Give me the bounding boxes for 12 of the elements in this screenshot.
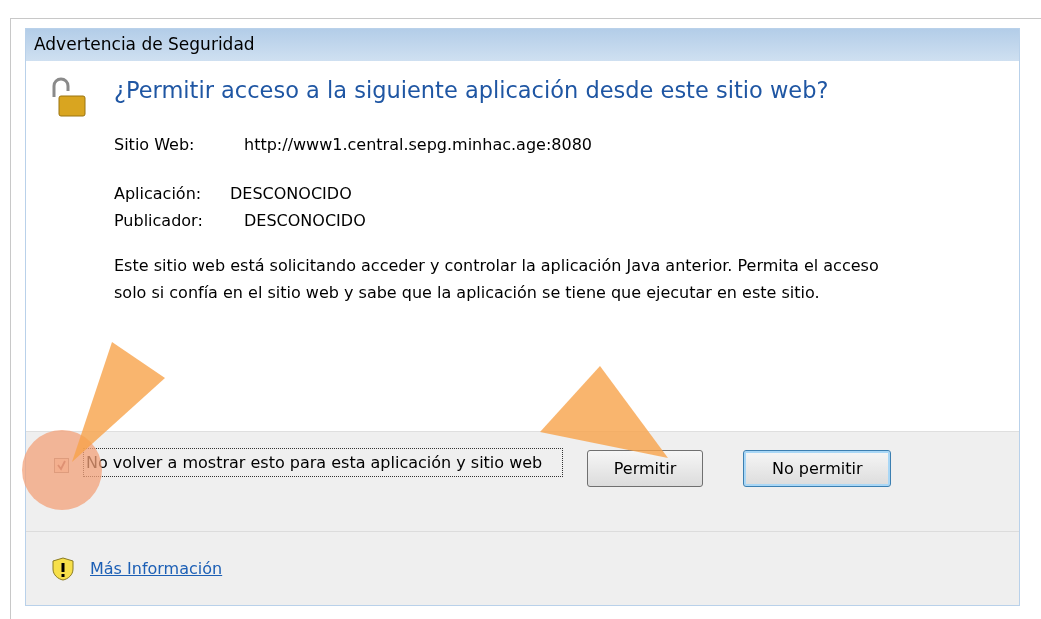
field-value: DESCONOCIDO [230,183,352,205]
field-value: DESCONOCIDO [244,210,366,232]
field-label: Sitio Web: [114,134,196,156]
window-title: Advertencia de Seguridad [26,29,1019,61]
description-text: Este sitio web está solicitando acceder y controlar la aplicación Java anterior. Permita el acceso solo si confía en el sitio web y sabe que la aplicación se tiene que ejecutar en este sitio. [114,255,880,304]
more-info-link[interactable]: Más Información [90,559,223,578]
field-label: Publicador: [114,210,204,232]
field-value: http://www1.central.sepg.minhac.age:8080 [244,134,592,156]
dialog-button[interactable]: No permitir [743,450,892,487]
field-label: Aplicación: [114,183,203,205]
dialog-heading: ¿Permitir acceso a la siguiente aplicación desde este sitio web? [114,77,830,103]
dialog-button[interactable]: Permitir [587,450,703,487]
